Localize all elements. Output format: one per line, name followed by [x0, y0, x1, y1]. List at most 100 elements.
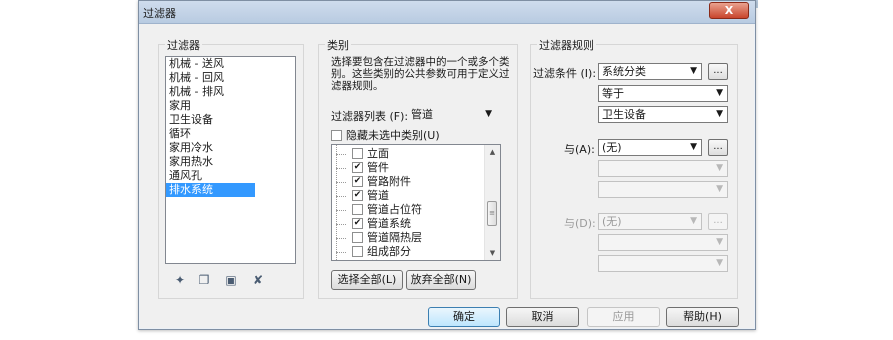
unchecked-checkbox[interactable] — [352, 147, 363, 159]
filter-list-item[interactable]: 家用热水 — [166, 155, 295, 169]
new-filter-icon[interactable]: ✦ — [173, 273, 187, 287]
filter-by-value: 系统分类 — [602, 65, 646, 78]
category-label: 组成部分 — [367, 245, 411, 258]
categories-tree[interactable]: 立面 ✔ 管件 ✔ 管路附件 ✔ 管道管道占位符 ✔ 管道系统管道隔热层组成部分详图项目 ▲ ≡… — [331, 144, 501, 261]
chevron-down-icon: ▼ — [716, 258, 723, 268]
category-label: 管道隔热层 — [367, 231, 422, 244]
checkbox-box — [331, 129, 342, 141]
filter-list-item[interactable]: 机械 - 排风 — [166, 85, 295, 99]
category-label: 管件 — [367, 161, 389, 174]
filters-listbox[interactable]: 机械 - 送风 机械 - 回风 机械 - 排风 家用 卫生设备 循环 家用冷水 家用热水 通风孔… — [165, 56, 296, 264]
unchecked-checkbox[interactable] — [352, 231, 363, 243]
and1-operator-dropdown: ▼ — [598, 160, 728, 177]
filter-rules-label: 过滤器规则 — [537, 37, 596, 53]
scroll-up-icon[interactable]: ▲ — [485, 145, 500, 159]
checked-checkbox[interactable]: ✔ — [352, 217, 363, 229]
category-tree-row[interactable]: 详图项目 — [332, 259, 500, 260]
categories-group-label: 类别 — [325, 37, 351, 53]
category-label: 详图项目 — [367, 259, 411, 260]
category-tree-row[interactable]: 管道占位符 — [332, 203, 500, 217]
unchecked-checkbox[interactable] — [352, 203, 363, 215]
and2-value-dropdown: ▼ — [598, 255, 728, 272]
chevron-down-icon: ▼ — [690, 66, 697, 76]
category-tree-row[interactable]: ✔ 管道系统 — [332, 217, 500, 231]
select-all-button[interactable]: 选择全部(L) — [331, 270, 403, 290]
operator-value: 等于 — [602, 87, 624, 100]
filter-by-more-button[interactable]: ... — [708, 63, 728, 80]
categories-scrollbar[interactable]: ▲ ≡ ▼ — [484, 145, 500, 260]
chevron-down-icon: ▼ — [690, 216, 697, 226]
operator-dropdown[interactable]: 等于 ▼ — [598, 85, 728, 102]
unchecked-checkbox[interactable] — [352, 245, 363, 257]
title-bar: 过滤器 X — [139, 1, 755, 24]
category-tree-row[interactable]: 立面 — [332, 147, 500, 161]
filters-group-label: 过滤器 — [165, 37, 202, 53]
tree-connector — [336, 238, 346, 239]
filter-list-item[interactable]: 卫生设备 — [166, 113, 295, 127]
and2-more-button: ... — [708, 213, 728, 230]
and1-dropdown[interactable]: (无) ▼ — [598, 139, 702, 156]
filter-list-item[interactable]: 家用冷水 — [166, 141, 295, 155]
and1-label: 与(A): — [564, 143, 595, 156]
filter-by-label: 过滤条件 (I): — [533, 67, 597, 80]
chevron-down-icon: ▼ — [690, 142, 697, 152]
and1-value: (无) — [602, 141, 622, 154]
and2-label: 与(D): — [564, 217, 596, 230]
apply-button: 应用 — [587, 307, 660, 327]
unchecked-checkbox[interactable] — [352, 259, 363, 260]
cancel-button[interactable]: 取消 — [506, 307, 579, 327]
close-button[interactable]: X — [709, 2, 749, 19]
scroll-down-icon[interactable]: ▼ — [485, 246, 500, 260]
category-tree-row[interactable]: ✔ 管件 — [332, 161, 500, 175]
checked-checkbox[interactable]: ✔ — [352, 161, 363, 173]
rename-icon[interactable]: ▣ — [224, 273, 238, 287]
filter-list-item[interactable]: 机械 - 回风 — [166, 71, 295, 85]
filter-list-item[interactable]: 排水系统 — [166, 183, 255, 197]
chevron-down-icon: ▼ — [716, 88, 723, 98]
tree-connector — [336, 182, 346, 183]
value-value: 卫生设备 — [602, 108, 646, 121]
filter-list-item[interactable]: 家用 — [166, 99, 295, 113]
ok-button[interactable]: 确定 — [428, 307, 500, 327]
deselect-all-button[interactable]: 放弃全部(N) — [406, 270, 476, 290]
category-tree-row[interactable]: 组成部分 — [332, 245, 500, 259]
value-dropdown[interactable]: 卫生设备 ▼ — [598, 106, 728, 123]
checked-checkbox[interactable]: ✔ — [352, 189, 363, 201]
duplicate-icon[interactable]: ❐ — [197, 273, 211, 287]
category-label: 管道占位符 — [367, 203, 422, 216]
tree-connector — [336, 252, 346, 253]
tree-connector — [336, 154, 346, 155]
delete-icon[interactable]: ✘ — [251, 273, 265, 287]
scroll-thumb[interactable]: ≡ — [487, 201, 497, 226]
categories-description: 选择要包含在过滤器中的一个或多个类别。这些类别的公共参数可用于定义过滤器规则。 — [331, 56, 510, 92]
filter-list-item[interactable]: 通风孔 — [166, 169, 295, 183]
window-title: 过滤器 — [143, 7, 176, 20]
categories-group: 类别 选择要包含在过滤器中的一个或多个类别。这些类别的公共参数可用于定义过滤器规… — [318, 37, 518, 299]
filter-list-item[interactable]: 循环 — [166, 127, 295, 141]
filter-by-dropdown[interactable]: 系统分类 ▼ — [598, 63, 702, 80]
chevron-down-icon: ▼ — [716, 163, 723, 173]
tree-connector — [336, 168, 346, 169]
checked-checkbox[interactable]: ✔ — [352, 175, 363, 187]
category-tree-row[interactable]: ✔ 管路附件 — [332, 175, 500, 189]
hide-unchecked-label: 隐藏未选中类别(U) — [346, 129, 440, 142]
chevron-down-icon: ▼ — [716, 109, 723, 119]
category-label: 立面 — [367, 147, 389, 160]
and1-more-button[interactable]: ... — [708, 139, 728, 156]
filter-list-value: 管道 — [411, 108, 433, 121]
filter-list-item[interactable]: 机械 - 送风 — [166, 57, 295, 71]
filter-list-label: 过滤器列表 (F): — [331, 110, 409, 123]
category-tree-row[interactable]: ✔ 管道 — [332, 189, 500, 203]
chevron-down-icon: ▼ — [485, 109, 492, 119]
and2-dropdown: (无) ▼ — [598, 213, 702, 230]
and2-value: (无) — [602, 215, 622, 228]
filters-group: 过滤器 机械 - 送风 机械 - 回风 机械 - 排风 家用 卫生设备 循环 家用冷水 家用热… — [158, 37, 304, 299]
dialog-body: 过滤器 机械 - 送风 机械 - 回风 机械 - 排风 家用 卫生设备 循环 家用冷水 家用热… — [140, 24, 754, 328]
filter-list-dropdown[interactable]: 管道 ▼ — [407, 106, 497, 123]
chevron-down-icon: ▼ — [716, 237, 723, 247]
help-button[interactable]: 帮助(H) — [666, 307, 739, 327]
hide-unchecked-checkbox[interactable]: 隐藏未选中类别(U) — [331, 127, 440, 143]
and1-value-dropdown: ▼ — [598, 181, 728, 198]
tree-connector — [336, 224, 346, 225]
category-tree-row[interactable]: 管道隔热层 — [332, 231, 500, 245]
